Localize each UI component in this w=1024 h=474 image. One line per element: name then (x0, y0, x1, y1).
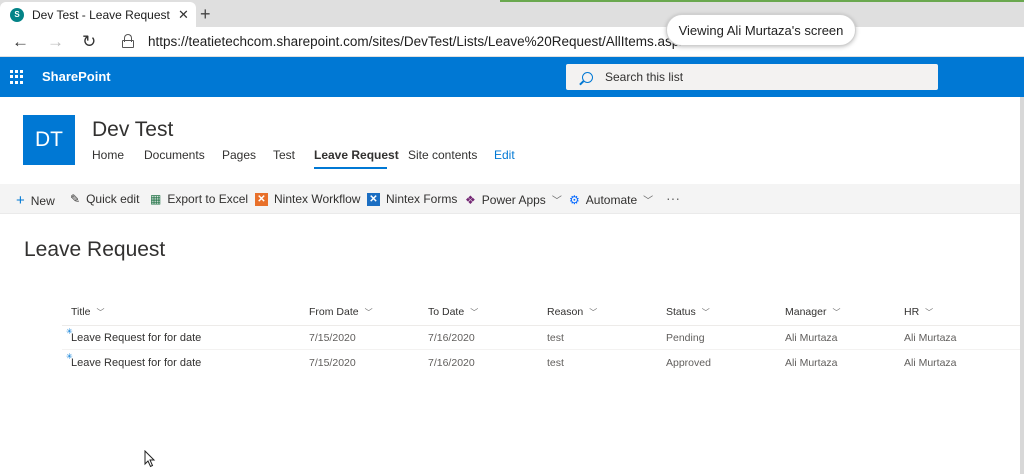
export-excel-button[interactable]: ▦ Export to Excel (150, 192, 248, 206)
table-cell-from-date: 7/15/2020 (309, 357, 356, 369)
nav-leave-request[interactable]: Leave Request (314, 148, 399, 162)
new-label: New (30, 193, 55, 208)
url-field[interactable]: https://teatietechcom.sharepoint.com/sit… (148, 34, 686, 49)
nav-site-contents[interactable]: Site contents (408, 148, 477, 162)
table-cell-status: Approved (666, 357, 711, 369)
page-scrollbar[interactable] (1020, 97, 1024, 474)
column-header-reason[interactable]: Reason ﹀ (547, 306, 597, 318)
table-cell-hr: Ali Murtaza (904, 357, 957, 369)
site-logo[interactable]: DT (23, 115, 75, 165)
chevron-down-icon: ﹀ (551, 196, 562, 207)
search-placeholder: Search this list (605, 70, 684, 84)
chevron-down-icon: ﹀ (643, 196, 654, 207)
browser-tab[interactable]: S Dev Test - Leave Request - All Ite ✕ (0, 2, 196, 27)
excel-icon: ▦ (150, 192, 162, 206)
nav-pages[interactable]: Pages (222, 148, 256, 162)
header-divider (62, 325, 1020, 326)
address-bar: ← → ↻ https://teatietechcom.sharepoint.c… (0, 27, 1024, 57)
refresh-icon[interactable]: ↻ (82, 32, 96, 52)
app-launcher-icon[interactable] (10, 70, 24, 84)
column-header-from-date[interactable]: From Date ﹀ (309, 306, 373, 318)
lock-icon[interactable] (122, 34, 134, 48)
pencil-icon: ✎ (70, 192, 81, 206)
nav-test[interactable]: Test (273, 148, 295, 162)
mouse-cursor-icon (144, 450, 156, 468)
table-cell-manager: Ali Murtaza (785, 357, 838, 369)
search-icon (582, 71, 593, 83)
table-cell-manager: Ali Murtaza (785, 332, 838, 344)
nintex-forms-button[interactable]: ✕ Nintex Forms (367, 192, 457, 206)
suite-bar: SharePoint Search this list (0, 57, 1024, 97)
column-header-title[interactable]: Title ﹀ (71, 306, 104, 318)
table-cell-title[interactable]: Leave Request for for date (71, 332, 201, 344)
browser-tab-strip: S Dev Test - Leave Request - All Ite ✕ + (0, 0, 1024, 27)
automate-label: Automate (585, 192, 638, 207)
nintex-forms-icon: ✕ (367, 192, 380, 206)
table-cell-reason: test (547, 332, 564, 344)
table-cell-title[interactable]: Leave Request for for date (71, 357, 201, 369)
export-label: Export to Excel (167, 192, 249, 206)
row-divider (62, 349, 1020, 350)
back-arrow-icon[interactable]: ← (12, 32, 29, 52)
nintex-workflow-button[interactable]: ✕ Nintex Workflow (255, 192, 360, 206)
close-tab-icon[interactable]: ✕ (178, 7, 189, 23)
list-title: Leave Request (24, 238, 166, 261)
automate-button[interactable]: ⚙ Automate ﹀ (569, 192, 654, 208)
table-cell-to-date: 7/16/2020 (428, 357, 475, 369)
new-tab-button[interactable]: + (200, 4, 211, 25)
column-header-hr[interactable]: HR ﹀ (904, 306, 933, 318)
table-cell-reason: test (547, 357, 564, 369)
power-apps-button[interactable]: ❖ Power Apps ﹀ (465, 192, 562, 208)
new-button[interactable]: + New (16, 192, 55, 209)
quick-edit-label: Quick edit (86, 192, 140, 206)
column-header-manager[interactable]: Manager ﹀ (785, 306, 840, 318)
command-bar: + New ✎ Quick edit ▦ Export to Excel ✕ N… (0, 184, 1020, 214)
search-input[interactable]: Search this list (566, 64, 938, 90)
nintex-forms-label: Nintex Forms (386, 192, 458, 206)
power-apps-label: Power Apps (481, 192, 546, 207)
power-apps-icon: ❖ (465, 192, 476, 207)
nintex-workflow-label: Nintex Workflow (274, 192, 361, 206)
share-indicator-line (500, 0, 1024, 2)
table-cell-to-date: 7/16/2020 (428, 332, 475, 344)
suite-brand[interactable]: SharePoint (42, 69, 111, 84)
table-cell-from-date: 7/15/2020 (309, 332, 356, 344)
nav-edit-link[interactable]: Edit (494, 148, 515, 162)
nintex-workflow-icon: ✕ (255, 192, 268, 206)
plus-icon: + (16, 192, 25, 209)
column-header-status[interactable]: Status ﹀ (666, 306, 710, 318)
table-cell-hr: Ali Murtaza (904, 332, 957, 344)
table-cell-status: Pending (666, 332, 705, 344)
column-header-to-date[interactable]: To Date ﹀ (428, 306, 478, 318)
nav-documents[interactable]: Documents (144, 148, 205, 162)
tab-title: Dev Test - Leave Request - All Ite (32, 7, 170, 22)
forward-arrow-icon[interactable]: → (47, 32, 64, 52)
more-options-button[interactable]: ··· (666, 190, 680, 206)
sharepoint-favicon-icon: S (10, 7, 24, 22)
site-title[interactable]: Dev Test (92, 118, 173, 142)
screen-share-notice: Viewing Ali Murtaza's screen (666, 14, 856, 46)
active-nav-underline (314, 167, 387, 169)
automate-icon: ⚙ (569, 192, 580, 207)
quick-edit-button[interactable]: ✎ Quick edit (70, 192, 139, 206)
nav-home[interactable]: Home (92, 148, 124, 162)
